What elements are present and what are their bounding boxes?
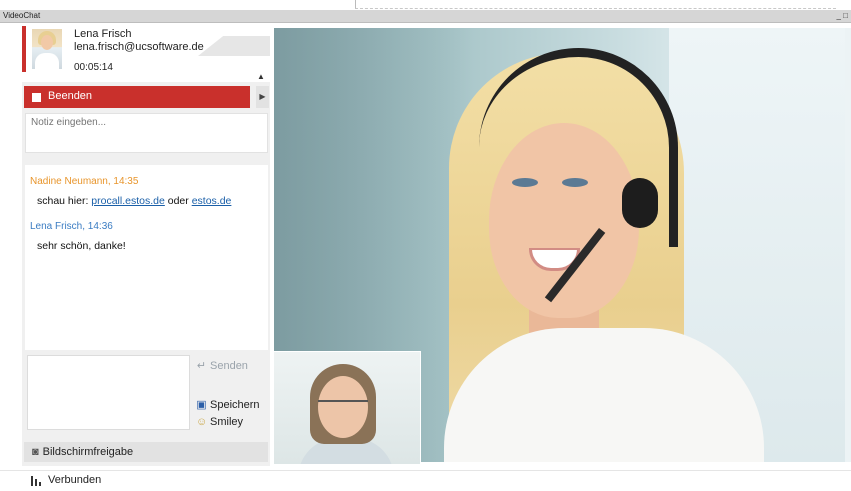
active-call-indicator xyxy=(22,26,26,72)
send-label: Senden xyxy=(210,360,248,372)
message-text: oder xyxy=(164,195,192,207)
screenshare-label: Bildschirmfreigabe xyxy=(42,446,134,458)
message-body: schau hier: procall.estos.de oder estos.… xyxy=(37,195,231,207)
background-window-edge xyxy=(355,0,836,9)
smiley-icon: ☺ xyxy=(196,416,208,428)
message-header: Lena Frisch, 14:36 xyxy=(30,221,113,232)
save-label: Speichern xyxy=(210,399,260,411)
status-bar: Verbunden xyxy=(0,470,851,491)
headset-earpiece xyxy=(622,178,658,228)
message-compose[interactable] xyxy=(27,355,190,430)
message-body: sehr schön, danke! xyxy=(37,240,126,252)
stop-square-icon xyxy=(32,93,41,102)
smiley-button[interactable]: ☺ Smiley xyxy=(196,416,243,428)
contact-email: lena.frisch@ucsoftware.de xyxy=(74,41,204,53)
contact-name: Lena Frisch xyxy=(74,28,132,40)
video-right-edge xyxy=(845,28,851,462)
message-input[interactable] xyxy=(28,356,189,427)
top-strip xyxy=(0,0,851,10)
binoculars-icon: ◙ xyxy=(32,446,39,458)
connection-status: Verbunden xyxy=(48,474,102,486)
chevron-right-icon[interactable]: ▶ xyxy=(256,86,269,108)
call-duration: 00:05:14 xyxy=(74,62,113,73)
link-procall[interactable]: procall.estos.de xyxy=(91,195,165,207)
note-field[interactable] xyxy=(25,113,268,153)
avatar xyxy=(32,29,62,69)
chat-history: Nadine Neumann, 14:35 schau hier: procal… xyxy=(25,165,268,350)
message-text: schau hier: xyxy=(37,195,92,207)
end-call-label: Beenden xyxy=(48,90,93,102)
local-video-preview xyxy=(274,351,421,464)
window-title: VideoChat xyxy=(3,11,41,20)
signal-bars-icon xyxy=(31,476,41,486)
link-estos[interactable]: estos.de xyxy=(192,195,232,207)
note-input[interactable] xyxy=(26,114,266,131)
window-controls[interactable]: _ □ xyxy=(836,10,848,22)
screenshare-button[interactable]: ◙ Bildschirmfreigabe xyxy=(24,442,268,462)
end-call-button[interactable]: Beenden xyxy=(24,86,250,108)
floppy-disk-icon: ▣ xyxy=(196,399,207,411)
title-bar: VideoChat _ □ xyxy=(0,10,851,23)
send-button[interactable]: ↵ Senden xyxy=(196,359,248,372)
send-arrow-icon: ↵ xyxy=(196,360,207,372)
message-header: Nadine Neumann, 14:35 xyxy=(30,176,139,187)
save-button[interactable]: ▣ Speichern xyxy=(196,398,260,411)
smiley-label: Smiley xyxy=(210,416,244,428)
chevron-up-icon[interactable]: ▲ xyxy=(257,72,265,81)
